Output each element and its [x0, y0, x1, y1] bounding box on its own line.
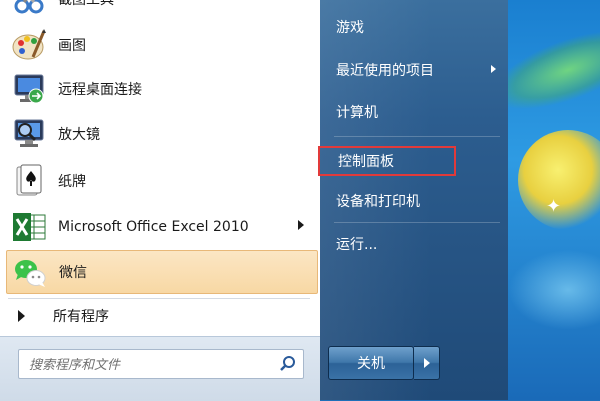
menu-item-label: 运行... — [336, 237, 378, 253]
wechat-icon — [11, 253, 49, 291]
program-remote-desktop[interactable]: 远程桌面连接 — [6, 68, 318, 110]
menu-item-control-panel[interactable]: 控制面板 — [318, 146, 456, 176]
menu-item-label: 设备和打印机 — [336, 194, 420, 210]
program-label: 放大镜 — [58, 127, 100, 143]
search-input[interactable] — [27, 354, 271, 376]
solitaire-icon — [10, 162, 48, 200]
program-magnifier[interactable]: 放大镜 — [6, 113, 318, 155]
chevron-right-icon — [423, 358, 430, 368]
program-excel-2010[interactable]: Microsoft Office Excel 2010 — [6, 206, 318, 248]
all-programs-button[interactable]: 所有程序 — [6, 302, 316, 330]
menu-divider — [334, 222, 500, 223]
magnifier-icon — [10, 115, 48, 153]
submenu-arrow-icon — [491, 65, 496, 73]
start-menu-places-pane: 游戏 最近使用的项目 计算机 控制面板 设备和打印机 运行... — [318, 0, 508, 400]
menu-item-label: 控制面板 — [338, 154, 394, 170]
program-label: 微信 — [59, 265, 87, 281]
start-menu: 截图工具 画图 远程桌面连接 放大镜 纸牌 Microsoft Office E… — [0, 0, 508, 401]
program-label: 截图工具 — [58, 0, 114, 8]
menu-divider — [334, 136, 500, 137]
search-area — [0, 336, 320, 401]
search-box[interactable] — [18, 349, 304, 379]
menu-item-recent-items[interactable]: 最近使用的项目 — [332, 55, 502, 85]
menu-item-devices-printers[interactable]: 设备和打印机 — [332, 186, 502, 216]
menu-item-label: 计算机 — [336, 105, 378, 121]
excel-icon — [10, 208, 48, 246]
search-icon[interactable] — [279, 355, 297, 377]
shutdown-options-button[interactable] — [414, 346, 440, 380]
desktop-wallpaper: ✦ — [508, 0, 600, 400]
program-label: 纸牌 — [58, 174, 86, 190]
start-menu-programs-pane: 截图工具 画图 远程桌面连接 放大镜 纸牌 Microsoft Office E… — [0, 0, 321, 401]
program-paint[interactable]: 画图 — [6, 24, 318, 66]
program-solitaire[interactable]: 纸牌 — [6, 160, 318, 202]
all-programs-label: 所有程序 — [53, 309, 109, 325]
program-label: 远程桌面连接 — [58, 82, 142, 98]
shutdown-button[interactable]: 关机 — [328, 346, 414, 380]
wallpaper-swoosh — [508, 250, 600, 330]
program-wechat[interactable]: 微信 — [6, 250, 318, 294]
program-snipping-tool[interactable]: 截图工具 — [6, 0, 318, 20]
menu-item-games[interactable]: 游戏 — [332, 12, 502, 42]
shutdown-label: 关机 — [357, 356, 385, 372]
menu-item-computer[interactable]: 计算机 — [332, 97, 502, 127]
expand-arrow-icon — [18, 310, 25, 322]
program-label: 画图 — [58, 38, 86, 54]
menu-item-run[interactable]: 运行... — [332, 229, 502, 259]
wallpaper-sparkle: ✦ — [546, 196, 562, 217]
program-label: Microsoft Office Excel 2010 — [58, 219, 249, 235]
snipping-tool-icon — [10, 0, 48, 18]
wallpaper-swoosh — [508, 14, 600, 126]
submenu-arrow-icon — [298, 220, 304, 230]
menu-divider — [8, 298, 310, 299]
menu-item-label: 游戏 — [336, 20, 364, 36]
remote-desktop-icon — [10, 70, 48, 108]
paint-icon — [10, 26, 48, 64]
menu-item-label: 最近使用的项目 — [336, 63, 434, 79]
